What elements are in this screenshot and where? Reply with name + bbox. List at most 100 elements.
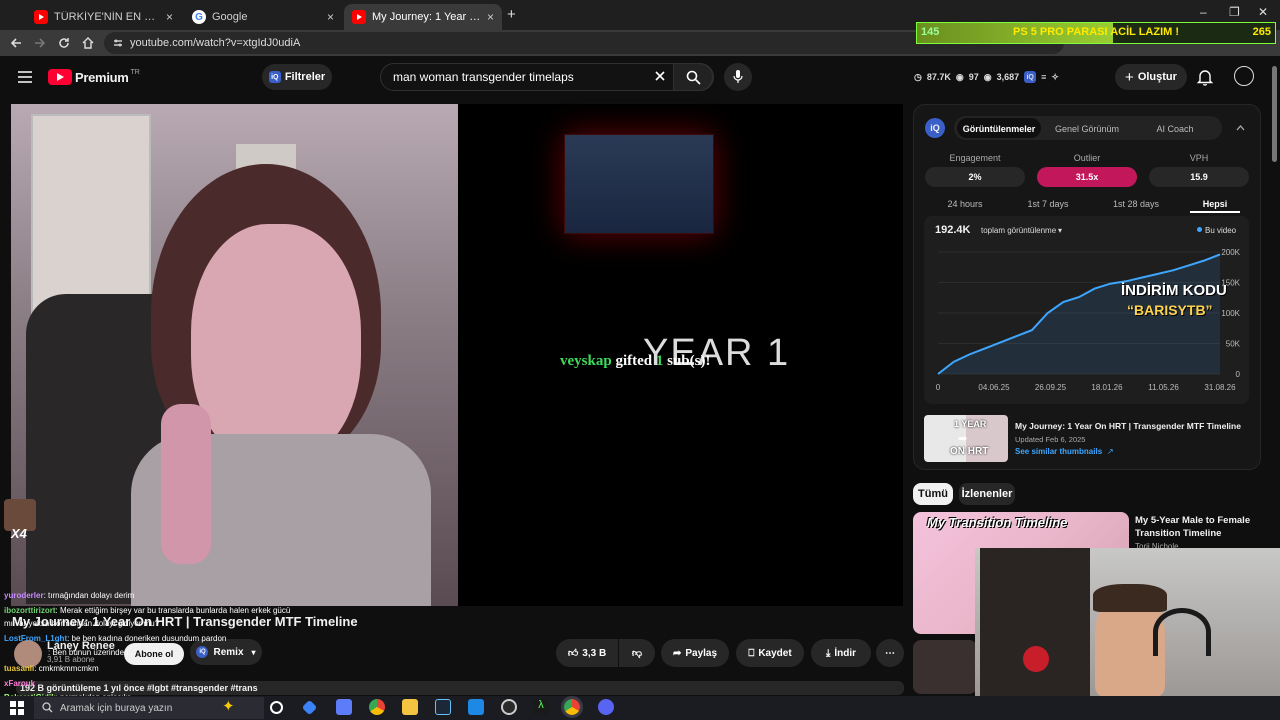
tab-close-icon[interactable]: × bbox=[166, 10, 173, 24]
recommended-thumbnail-2[interactable] bbox=[913, 640, 977, 694]
filters-button[interactable]: iQ Filtreler bbox=[262, 64, 332, 90]
app-icon[interactable]: λ bbox=[533, 699, 549, 715]
y-tick-label: 100K bbox=[1221, 309, 1240, 318]
obs-icon[interactable] bbox=[501, 699, 517, 715]
like-count: 3,3 B bbox=[582, 647, 607, 659]
tab-overview[interactable]: Genel Görünüm bbox=[1045, 124, 1129, 134]
share-button[interactable]: ➦ Paylaş bbox=[661, 639, 729, 667]
total-views-dropdown[interactable]: toplam görüntülenme bbox=[981, 226, 1056, 235]
account-avatar[interactable] bbox=[1234, 66, 1254, 86]
recommended-title[interactable]: My 5-Year Male to Female Transition Time… bbox=[1135, 514, 1265, 540]
notifications-bell-icon[interactable] bbox=[1197, 68, 1213, 86]
site-info-icon[interactable] bbox=[112, 37, 124, 49]
tab-google[interactable]: G Google × bbox=[184, 4, 342, 30]
taskbar-search-placeholder: Aramak için buraya yazın bbox=[60, 702, 173, 714]
like-button[interactable]: 👍︎ 3,3 B bbox=[556, 639, 618, 667]
x-tick-label: 18.01.26 bbox=[1091, 383, 1123, 392]
chat-message: LostFrom_L1ght: be ben kadına doneriken … bbox=[4, 634, 227, 643]
chrome-active-icon[interactable] bbox=[561, 696, 583, 718]
thumb-text: My Transition Timeline bbox=[927, 515, 1068, 530]
legend-label: Bu video bbox=[1205, 226, 1237, 235]
stat-c: 3,687 bbox=[996, 72, 1020, 82]
filters-label: Filtreler bbox=[284, 71, 326, 83]
goal-text: PS 5 PRO PARASI ACİL LAZIM ! bbox=[1013, 26, 1180, 38]
menu-icon[interactable] bbox=[17, 70, 33, 84]
tab-title: TÜRKİYE'NİN EN UCUZ TAVUK bbox=[54, 11, 160, 23]
discord-icon[interactable] bbox=[598, 699, 614, 715]
gift-alert: veyskap gifted 1 sub(s)! bbox=[560, 353, 710, 370]
list-icon[interactable]: ≡ bbox=[1041, 72, 1046, 82]
tab-close-icon[interactable]: × bbox=[487, 10, 494, 24]
restore-button[interactable]: ❐ bbox=[1229, 5, 1240, 19]
reload-icon[interactable] bbox=[57, 36, 71, 50]
range-all[interactable]: Hepsi bbox=[1190, 199, 1240, 213]
calculator-icon[interactable] bbox=[336, 699, 352, 715]
tab-views[interactable]: Görüntülenmeler bbox=[957, 124, 1041, 134]
create-button[interactable]: + Oluştur bbox=[1115, 64, 1187, 90]
tab-youtube-video[interactable]: My Journey: 1 Year On HRT | Tra × bbox=[344, 4, 502, 30]
x-tick-label: 04.06.25 bbox=[978, 383, 1010, 392]
chevron-up-icon[interactable] bbox=[1236, 124, 1245, 131]
range-7d[interactable]: 1st 7 days bbox=[1008, 199, 1088, 209]
back-icon[interactable] bbox=[9, 36, 23, 50]
dislike-button[interactable]: 👎︎ bbox=[619, 639, 655, 667]
voice-search-button[interactable] bbox=[724, 63, 752, 91]
gift-text: sub(s)! bbox=[667, 353, 711, 369]
sparkle-icon: ✦ bbox=[222, 698, 235, 715]
file-explorer-icon[interactable] bbox=[402, 699, 418, 715]
streamer-webcam bbox=[975, 548, 1280, 696]
y-tick-label: 50K bbox=[1226, 340, 1241, 349]
scrollbar-thumb[interactable] bbox=[1272, 66, 1277, 162]
tab-title: My Journey: 1 Year On HRT | Tra bbox=[372, 11, 481, 23]
chat-message: mı var yoksa hormondan dolayı gidiyor mu… bbox=[4, 619, 160, 628]
youtube-logo[interactable]: Premium TR bbox=[48, 69, 140, 85]
search-button[interactable] bbox=[673, 63, 713, 91]
chrome-icon[interactable] bbox=[369, 699, 385, 715]
cortana-icon[interactable] bbox=[270, 701, 283, 714]
sparkle-icon[interactable]: ✧ bbox=[1051, 72, 1059, 83]
chip-watched[interactable]: İzlenenler bbox=[959, 483, 1015, 505]
engagement-value: 2% bbox=[925, 167, 1025, 187]
x-tick-label: 0 bbox=[936, 383, 941, 392]
new-tab-button[interactable]: + bbox=[507, 6, 516, 23]
remix-label: Remix bbox=[213, 646, 244, 658]
range-28d[interactable]: 1st 28 days bbox=[1096, 199, 1176, 209]
download-button[interactable]: ⤓ İndir bbox=[811, 639, 871, 667]
search-icon bbox=[42, 702, 53, 713]
forward-icon[interactable] bbox=[33, 36, 47, 50]
tab-ai-coach[interactable]: AI Coach bbox=[1133, 124, 1217, 134]
chip-all[interactable]: Tümü bbox=[913, 483, 953, 505]
chevron-down-icon[interactable]: ▾ bbox=[1058, 226, 1062, 235]
bookmark-icon: ⎕ bbox=[748, 647, 755, 659]
tab-chicken[interactable]: TÜRKİYE'NİN EN UCUZ TAVUK × bbox=[26, 4, 181, 30]
video-player[interactable]: YEAR 1 veyskap gifted 1 sub(s)! X4 bbox=[4, 104, 903, 606]
total-views: 192.4K bbox=[935, 224, 971, 236]
vidiq-icon: iQ bbox=[268, 71, 281, 83]
create-label: Oluştur bbox=[1137, 71, 1177, 83]
close-window-button[interactable]: ✕ bbox=[1258, 5, 1268, 19]
similar-thumbnails-link[interactable]: See similar thumbnails bbox=[1015, 447, 1102, 456]
chat-message: : Ben bunun üzerinden... bbox=[48, 648, 136, 657]
stat-a: 87.7K bbox=[926, 72, 951, 82]
clock-icon: ◷ bbox=[914, 71, 922, 82]
legend-dot-icon bbox=[1197, 227, 1202, 232]
chat-message: ibozorttirizort: Merak ettiğim birşey va… bbox=[4, 606, 291, 615]
tab-close-icon[interactable]: × bbox=[327, 10, 334, 24]
more-icon: ⋯ bbox=[885, 647, 895, 659]
video-thumbnail[interactable]: 1 YEAR ON HRT ➡ bbox=[924, 415, 1008, 462]
metric-label: VPH bbox=[1189, 153, 1209, 163]
url-text: youtube.com/watch?v=xtgIdJ0udiA bbox=[130, 37, 301, 49]
windows-start-icon[interactable] bbox=[10, 701, 24, 715]
range-24h[interactable]: 24 hours bbox=[925, 199, 1005, 209]
more-actions-button[interactable]: ⋯ bbox=[876, 639, 904, 667]
x-tick-label: 11.05.26 bbox=[1148, 383, 1179, 392]
steam-icon[interactable] bbox=[435, 699, 451, 715]
vidiq-icon[interactable]: iQ bbox=[1024, 71, 1037, 83]
clear-search-icon[interactable] bbox=[654, 70, 666, 82]
eye-icon: ◉ bbox=[983, 71, 992, 82]
home-icon[interactable] bbox=[81, 36, 95, 50]
save-button[interactable]: ⎕ Kaydet bbox=[736, 639, 804, 667]
app-icon[interactable] bbox=[468, 699, 484, 715]
minimize-button[interactable]: – bbox=[1200, 5, 1207, 19]
y-tick-label: 200K bbox=[1221, 248, 1240, 257]
